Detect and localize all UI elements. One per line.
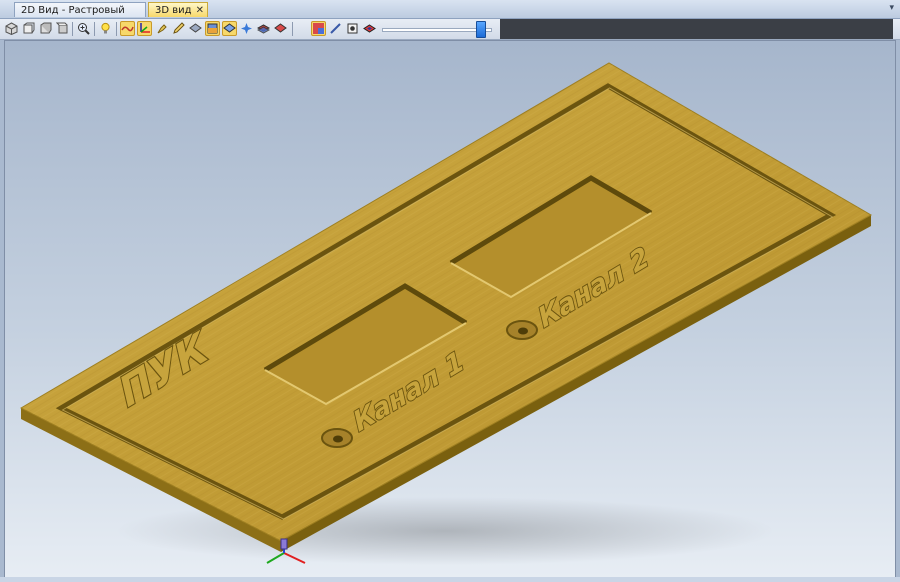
solid-shading-icon[interactable] [222,21,237,36]
z-axis-handle [280,538,288,550]
view-orientation-group [4,21,70,37]
relief-icon[interactable] [273,21,288,36]
toolbar-separator [72,22,73,36]
material-group [311,21,377,37]
tab-list-dropdown-icon[interactable]: ▾ [889,3,894,13]
toolbar-separator [292,22,293,36]
toolbar-separator [116,22,117,36]
mount-hole-1-center [333,435,343,443]
zoom-icon[interactable] [76,21,91,36]
right-view-icon[interactable] [55,21,70,36]
sparkle-icon[interactable] [239,21,254,36]
plate-wood-grain [21,63,871,541]
light-group [98,21,113,37]
light-bulb-icon[interactable] [98,21,113,36]
tab-2d-view[interactable]: 2D Вид - Растровый слой [14,2,146,31]
pencil-icon[interactable] [171,21,186,36]
document-tab-bar: 2D Вид - Растровый слой 3D вид ✕ ▾ [0,0,900,31]
wave-shading-icon[interactable] [120,21,135,36]
close-tab-icon[interactable]: ✕ [196,3,204,18]
diamond-icon[interactable] [362,21,377,36]
zoom-group [76,21,91,37]
color-material-icon[interactable] [311,21,326,36]
gear-icon[interactable] [345,21,360,36]
tab-3d-view[interactable]: 3D вид ✕ [148,2,208,17]
render-mode-group [120,21,288,37]
tab-3d-view-label: 3D вид [155,5,192,16]
mount-hole-2-center [518,327,528,335]
left-view-icon[interactable] [38,21,53,36]
axes-icon[interactable] [137,21,152,36]
iso-view-icon[interactable] [4,21,19,36]
material-icon[interactable] [205,21,220,36]
toolbar-empty-area [500,19,893,39]
3d-scene: ПУК Канал 1 Канал 2 [19,62,873,565]
toolbar-separator [94,22,95,36]
front-view-icon[interactable] [21,21,36,36]
layers-icon[interactable] [188,21,203,36]
transparency-slider-thumb[interactable] [476,21,486,38]
pin-icon[interactable] [154,21,169,36]
3d-viewport[interactable]: ПУК Канал 1 Канал 2 [4,40,896,578]
edit-pen-icon[interactable] [328,21,343,36]
window-bottom-edge [0,577,900,582]
stack-icon[interactable] [256,21,271,36]
